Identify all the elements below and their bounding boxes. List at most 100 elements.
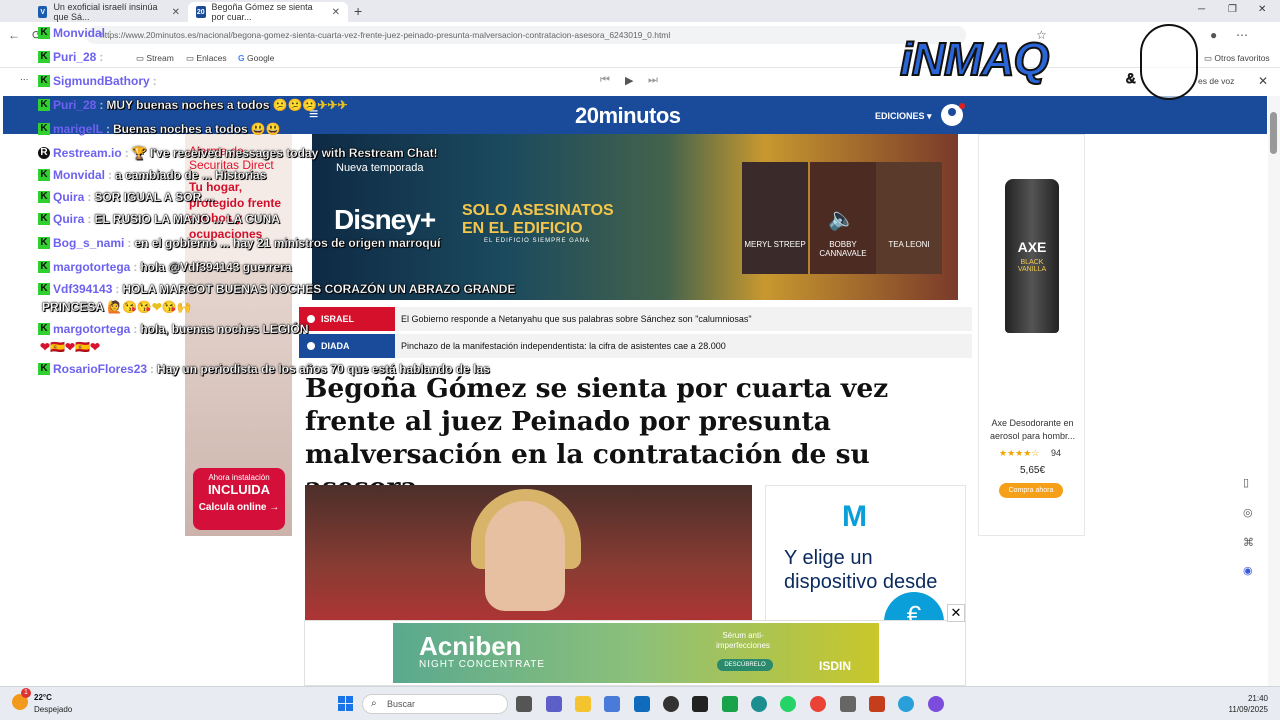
reader-icon[interactable]: ▯: [1243, 476, 1249, 489]
profile-icon[interactable]: ●: [1210, 28, 1217, 42]
menu-icon[interactable]: ⋯: [1236, 28, 1248, 42]
tab-2[interactable]: 20 Begoña Gómez se sienta por cuar... ✕: [188, 2, 348, 22]
app-icon[interactable]: [928, 696, 944, 712]
chat-message-continuation: ❤🇪🇸❤🇪🇸❤: [40, 340, 100, 354]
chat-colon: :: [99, 98, 104, 112]
screen: V Un exoficial israelí insinúa que Sá...…: [0, 0, 1280, 720]
extensions-icon[interactable]: ⌘: [1243, 536, 1254, 549]
chat-message: Kmargotortega: hola @Vdf394143 guerrera: [38, 260, 292, 274]
seal-badge-icon: [1140, 24, 1198, 100]
platform-kick-icon: K: [38, 323, 50, 335]
chat-text: EL RUSIO LA MANO ... LA CUNA: [94, 212, 280, 226]
close-window-icon[interactable]: ✕: [1258, 4, 1266, 15]
task-view-icon[interactable]: [516, 696, 532, 712]
platform-kick-icon: K: [38, 169, 50, 181]
app-icon[interactable]: [840, 696, 856, 712]
chat-user: Quira: [53, 190, 85, 204]
photo-subject-face: [485, 501, 565, 611]
axe-ad[interactable]: AXE BLACK VANILLA Axe Desodorante en aer…: [978, 134, 1085, 536]
product-variant: BLACK VANILLA: [1017, 259, 1047, 273]
close-ad-icon[interactable]: ✕: [947, 604, 965, 622]
platform-kick-icon: K: [38, 283, 50, 295]
mute-icon[interactable]: 🔈: [828, 206, 855, 232]
ad-cta[interactable]: Calcula online →: [193, 502, 285, 513]
platform-kick-icon: K: [38, 213, 50, 225]
chat-message: K Puri_28:: [38, 50, 103, 64]
chat-message: KmarigelL: Buenas noches a todos 😃😃: [38, 122, 281, 136]
scrollbar[interactable]: [1268, 96, 1280, 686]
back-icon[interactable]: ←: [8, 28, 20, 42]
chat-text: a cambiado de ... Historias: [115, 168, 267, 182]
chat-message: K Bog_s_nami: en el gobierno ... hay 21 mi…: [38, 236, 441, 250]
close-tab-icon[interactable]: ✕: [332, 7, 340, 18]
platform-restream-icon: R: [38, 147, 50, 159]
tab-bar: V Un exoficial israelí insinúa que Sá...…: [0, 0, 1280, 22]
file-explorer-icon[interactable]: [575, 696, 591, 712]
chat-text: en el gobierno ... hay 21 ministros de o…: [134, 236, 441, 250]
chat-colon: :: [133, 260, 138, 274]
powerpoint-icon[interactable]: [869, 696, 885, 712]
edge-icon[interactable]: [751, 696, 767, 712]
ad-claim: Sérum anti-imperfecciones: [716, 631, 770, 651]
ad-line: NIGHT CONCENTRATE: [419, 659, 546, 670]
chat-message: K Vdf394143: HOLA MARGOT BUENAS NOCHES COR…: [38, 282, 516, 296]
ad-banner[interactable]: Acniben NIGHT CONCENTRATE Sérum anti-imp…: [393, 623, 879, 683]
whatsapp-icon[interactable]: [780, 696, 796, 712]
green-app-icon[interactable]: [722, 696, 738, 712]
chat-emoji: ❤🇪🇸❤🇪🇸❤: [40, 340, 101, 354]
other-bookmarks[interactable]: ▭ Otros favoritos: [1204, 53, 1270, 64]
buy-now-button[interactable]: Compra ahora: [999, 483, 1063, 498]
chat-emoji: 😕😕😕✈✈✈: [272, 98, 348, 112]
scrollbar-thumb[interactable]: [1270, 112, 1277, 154]
tab-title: Begoña Gómez se sienta por cuar...: [211, 2, 313, 22]
chat-message: K Puri_28: MUY buenas noches a todos 😕😕😕✈✈✈: [38, 98, 348, 112]
movistar-ad[interactable]: M Y elige un dispositivo desde €: [765, 485, 966, 625]
telegram-icon[interactable]: [898, 696, 914, 712]
stream-chat-overlay: K Monvidal: K Puri_28: K SigmundBathory: KP…: [38, 24, 598, 376]
chrome-icon[interactable]: [810, 696, 826, 712]
prev-track-icon[interactable]: ⏮: [600, 74, 610, 87]
teams-icon[interactable]: [546, 696, 562, 712]
taskbar: 1 22°C Despejado ⌕ Buscar 21:40 11/09/202…: [0, 686, 1280, 720]
app-icon[interactable]: [692, 696, 708, 712]
assistant-icon[interactable]: ◉: [1243, 564, 1253, 577]
platform-kick-icon: K: [38, 363, 50, 375]
chat-text: Hay un periodista de los años 70 que est…: [157, 362, 490, 376]
chat-message: K Quira: EL RUSIO LA MANO ... LA CUNA: [38, 212, 280, 226]
next-track-icon[interactable]: ⏭: [648, 74, 658, 87]
play-icon[interactable]: ▶: [625, 74, 633, 87]
chat-user: RosarioFlores23: [53, 362, 148, 376]
tab-1[interactable]: V Un exoficial israelí insinúa que Sá...…: [30, 2, 188, 22]
menu-dots-icon[interactable]: ⋯: [20, 74, 29, 85]
article-photo[interactable]: [305, 485, 752, 625]
chat-user: SigmundBathory: [53, 74, 150, 88]
minimize-icon[interactable]: ─: [1198, 4, 1205, 15]
acniben-ad[interactable]: Acniben NIGHT CONCENTRATE Sérum anti-imp…: [304, 620, 966, 686]
editions-dropdown[interactable]: EDICIONES ▾: [875, 111, 932, 122]
chat-text: Buenas noches a todos: [113, 122, 248, 136]
taskbar-search[interactable]: ⌕ Buscar: [362, 694, 508, 714]
ad-cta-button[interactable]: DESCÚBRELO: [717, 659, 773, 671]
outlook-icon[interactable]: [634, 696, 650, 712]
taskbar-clock[interactable]: 21:40 11/09/2025: [1216, 693, 1268, 715]
ad-pill-main: INCLUIDA: [207, 482, 271, 497]
close-media-icon[interactable]: ✕: [1258, 74, 1268, 88]
chat-colon: :: [99, 50, 104, 64]
maximize-icon[interactable]: ❐: [1228, 4, 1237, 15]
start-windows-icon[interactable]: [338, 696, 353, 711]
chat-emoji: 😃😃: [250, 122, 281, 136]
ad-maker: ISDIN: [819, 659, 852, 673]
rating-stars: ★★★★☆: [999, 448, 1040, 458]
chat-message: K RosarioFlores23: Hay un periodista de lo…: [38, 362, 490, 376]
obs-icon[interactable]: [663, 696, 679, 712]
chat-user: Monvidal: [53, 26, 106, 40]
new-tab-button[interactable]: +: [354, 3, 362, 19]
store-icon[interactable]: [604, 696, 620, 712]
chat-message-continuation: PRINCESA 🙋😘😘❤😘🙌: [42, 300, 192, 314]
ad-cta-box[interactable]: Ahora instalación INCLUIDA Calcula onlin…: [193, 468, 285, 530]
product-name[interactable]: Axe Desodorante en aerosol para hombr...: [979, 417, 1086, 442]
share-icon[interactable]: ◎: [1243, 506, 1253, 519]
product-image: [1005, 179, 1059, 333]
chat-text: HOLA MARGOT BUENAS NOCHES CORAZÓN UN ABR…: [122, 282, 516, 296]
close-tab-icon[interactable]: ✕: [172, 7, 180, 18]
